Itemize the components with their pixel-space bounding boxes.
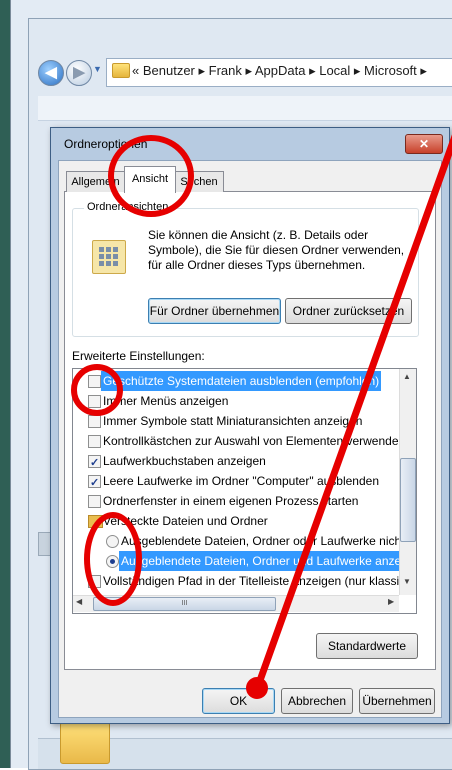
checkbox[interactable] — [88, 415, 101, 428]
dialog-title: Ordneroptionen — [64, 137, 148, 151]
tab-search[interactable]: Suchen — [174, 171, 224, 192]
setting-label: Geschützte Systemdateien ausblenden (emp… — [101, 371, 382, 391]
setting-label: Laufwerkbuchstaben anzeigen — [103, 454, 266, 468]
setting-label: Versteckte Dateien und Ordner — [103, 514, 268, 528]
scroll-right-icon[interactable]: ▶ — [388, 597, 398, 606]
checkbox[interactable] — [88, 375, 101, 388]
radio-button[interactable] — [106, 535, 119, 548]
tab-general[interactable]: Allgemein — [66, 171, 125, 192]
setting-full-path-title[interactable]: Vollständigen Pfad in der Titelleiste an… — [73, 571, 416, 591]
explorer-toolbar — [38, 96, 452, 121]
setting-label: Immer Symbole statt Miniaturansichten an… — [103, 414, 363, 428]
setting-hide-protected-files[interactable]: Geschützte Systemdateien ausblenden (emp… — [73, 371, 400, 391]
setting-label: Leere Laufwerke im Ordner "Computer" aus… — [103, 474, 379, 488]
setting-show-hidden[interactable]: Ausgeblendete Dateien, Ordner und Laufwe… — [73, 551, 416, 571]
back-button[interactable]: ◀ — [38, 60, 64, 86]
setting-label: Kontrollkästchen zur Auswahl von Element… — [103, 434, 406, 448]
folder-icon — [112, 63, 130, 78]
setting-hidden-files-group: Versteckte Dateien und Ordner — [73, 511, 400, 531]
setting-show-drive-letters[interactable]: Laufwerkbuchstaben anzeigen — [73, 451, 400, 473]
arrow-right-icon: ▶ — [73, 64, 85, 81]
history-dropdown-icon[interactable]: ▼ — [93, 64, 103, 76]
folder-views-legend: Ordneransichten — [84, 201, 172, 213]
setting-label: Immer Menüs anzeigen — [103, 394, 229, 408]
restore-defaults-button[interactable]: Standardwerte — [316, 633, 418, 659]
desktop-edge — [0, 0, 10, 768]
reset-folders-button[interactable]: Ordner zurücksetzen — [285, 298, 412, 324]
scroll-down-icon[interactable]: ▼ — [401, 577, 413, 591]
checkbox[interactable] — [88, 395, 101, 408]
checkbox[interactable] — [88, 495, 101, 508]
cancel-button[interactable]: Abbrechen — [281, 688, 353, 714]
close-icon: ✕ — [418, 137, 430, 151]
checkbox[interactable] — [88, 575, 101, 588]
apply-button[interactable]: Übernehmen — [359, 688, 435, 714]
setting-always-show-menus[interactable]: Immer Menüs anzeigen — [73, 391, 400, 411]
setting-item-checkboxes[interactable]: Kontrollkästchen zur Auswahl von Element… — [73, 431, 405, 451]
scroll-left-icon[interactable]: ◀ — [76, 597, 86, 606]
checkbox[interactable] — [88, 435, 101, 448]
advanced-settings-label: Erweiterte Einstellungen: — [72, 349, 205, 363]
folder-views-description: Sie können die Ansicht (z. B. Details od… — [148, 228, 405, 272]
folder-views-icon — [92, 240, 126, 274]
folder-icon-large — [60, 722, 110, 764]
folder-icon — [88, 515, 103, 528]
horizontal-scroll-thumb[interactable]: III — [93, 597, 276, 611]
setting-label: Ausgeblendete Dateien, Ordner oder Laufw… — [121, 534, 416, 548]
setting-separate-process[interactable]: Ordnerfenster in einem eigenen Prozess s… — [73, 491, 400, 511]
radio-button-selected[interactable] — [106, 555, 119, 568]
checkbox-checked[interactable] — [88, 473, 101, 493]
advanced-settings-list[interactable]: Geschützte Systemdateien ausblenden (emp… — [72, 368, 417, 614]
apply-to-folders-button[interactable]: Für Ordner übernehmen — [148, 298, 281, 324]
checkbox-checked[interactable] — [88, 453, 101, 473]
ok-button[interactable]: OK — [202, 688, 275, 714]
setting-dont-show-hidden[interactable]: Ausgeblendete Dateien, Ordner oder Laufw… — [73, 531, 416, 551]
vertical-scroll-thumb[interactable] — [400, 458, 416, 542]
close-button[interactable]: ✕ — [405, 134, 443, 154]
setting-icons-not-thumbnails[interactable]: Immer Symbole statt Miniaturansichten an… — [73, 411, 400, 431]
forward-button[interactable]: ▶ — [66, 60, 92, 86]
breadcrumb[interactable]: « Benutzer ▸ Frank ▸ AppData ▸ Local ▸ M… — [132, 63, 427, 79]
scroll-up-icon[interactable]: ▲ — [401, 372, 413, 386]
setting-hide-empty-drives[interactable]: Leere Laufwerke im Ordner "Computer" aus… — [73, 471, 400, 493]
setting-label: Vollständigen Pfad in der Titelleiste an… — [103, 574, 416, 588]
tab-view[interactable]: Ansicht — [124, 166, 176, 193]
arrow-left-icon: ◀ — [45, 64, 57, 81]
setting-label: Ausgeblendete Dateien, Ordner und Laufwe… — [119, 551, 416, 571]
setting-label: Ordnerfenster in einem eigenen Prozess s… — [103, 494, 359, 508]
